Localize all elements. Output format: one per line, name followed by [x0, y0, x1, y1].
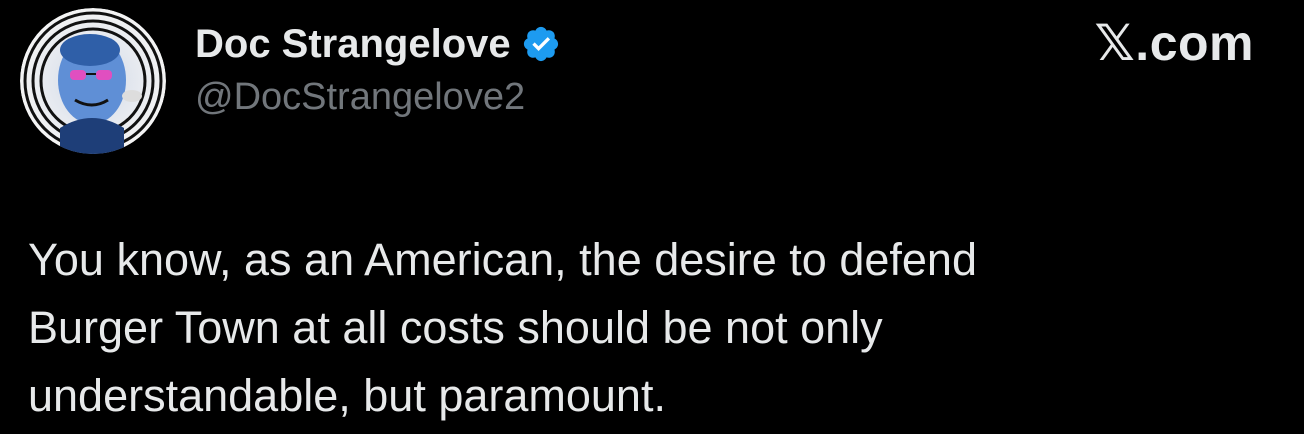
- tweet-line: Burger Town at all costs should be not o…: [28, 302, 883, 353]
- avatar[interactable]: [20, 8, 166, 154]
- tweet-text: You know, as an American, the desire to …: [28, 226, 1268, 430]
- name-row: Doc Strangelove: [195, 16, 561, 72]
- tweet-line: You know, as an American, the desire to …: [28, 234, 977, 285]
- avatar-portrait-icon: [20, 8, 166, 154]
- tweet-line: understandable, but paramount.: [28, 370, 666, 421]
- verified-badge-icon: [521, 24, 561, 64]
- user-info: Doc Strangelove @DocStrangelove2: [195, 16, 561, 119]
- display-name[interactable]: Doc Strangelove: [195, 22, 511, 67]
- user-handle[interactable]: @DocStrangelove2: [195, 76, 561, 119]
- x-com-watermark: 𝕏.com: [1094, 15, 1254, 71]
